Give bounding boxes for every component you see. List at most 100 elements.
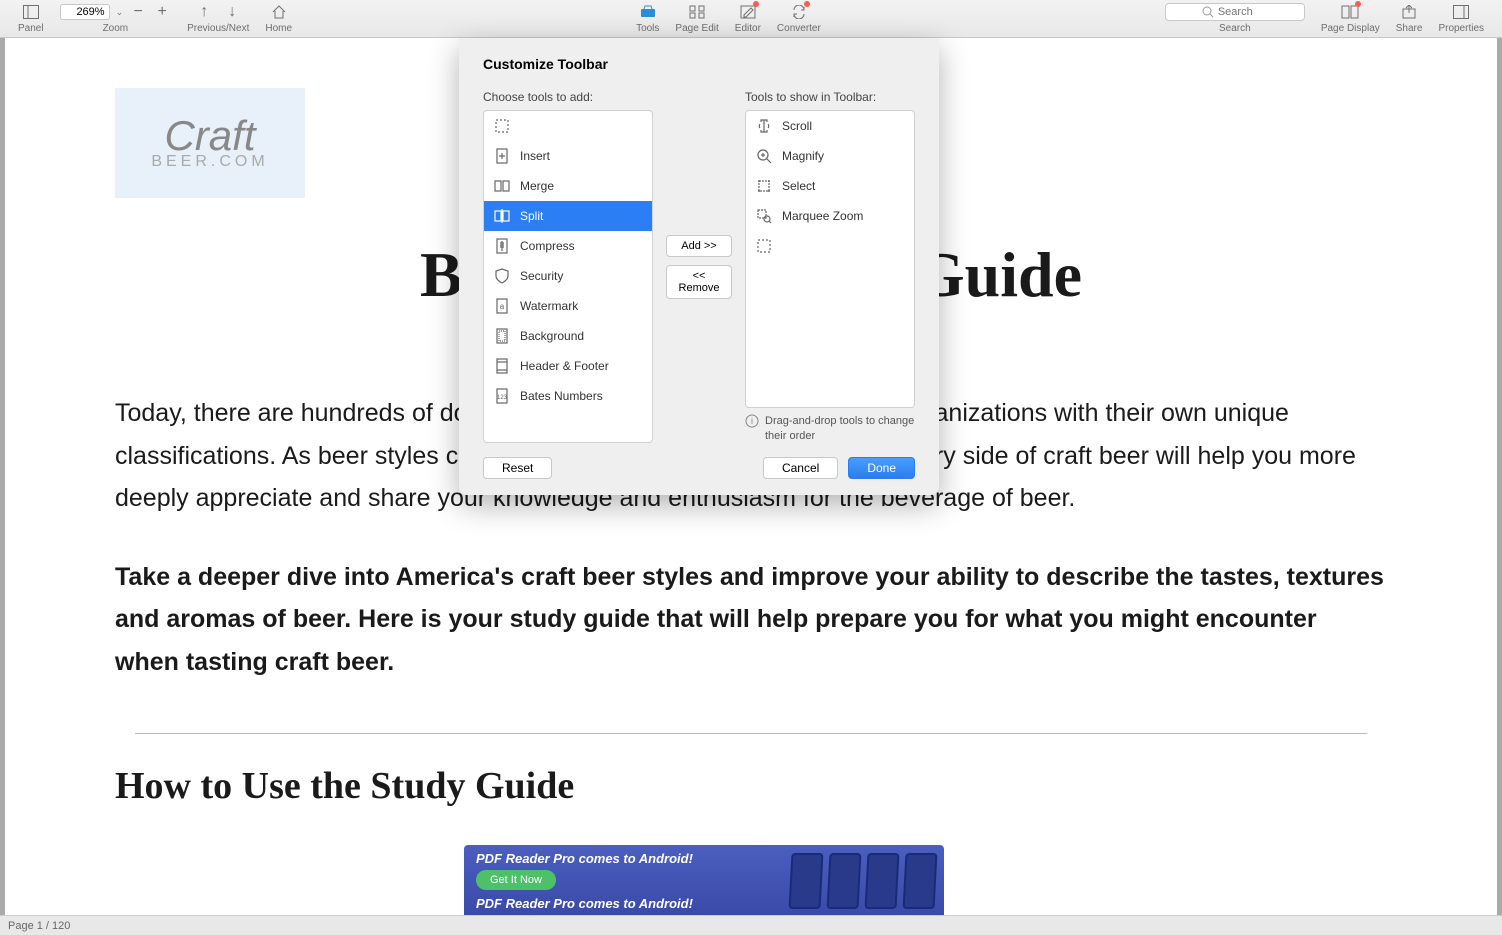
pageedit-group: Page Edit bbox=[667, 0, 726, 37]
hint-text: Drag-and-drop tools to change their orde… bbox=[765, 414, 915, 443]
reset-button[interactable]: Reset bbox=[483, 457, 552, 479]
available-item[interactable]: Header & Footer bbox=[484, 351, 652, 381]
available-item[interactable]: Merge bbox=[484, 171, 652, 201]
pagedisplay-icon[interactable] bbox=[1341, 3, 1359, 21]
next-icon[interactable]: ↓ bbox=[223, 3, 241, 21]
properties-icon[interactable] bbox=[1452, 3, 1470, 21]
home-label: Home bbox=[265, 23, 292, 34]
list-item-label: Scroll bbox=[782, 119, 812, 133]
svg-text:i: i bbox=[751, 416, 753, 426]
toolbar-item[interactable]: Select bbox=[746, 171, 914, 201]
panel-label: Panel bbox=[18, 23, 44, 34]
promo-banner[interactable]: PDF Reader Pro comes to Android! Get It … bbox=[464, 845, 944, 915]
panel-icon[interactable] bbox=[22, 3, 40, 21]
home-icon[interactable] bbox=[270, 3, 288, 21]
list-item-label: Compress bbox=[520, 239, 575, 253]
info-icon: i bbox=[745, 414, 759, 428]
done-button[interactable]: Done bbox=[848, 457, 915, 479]
craftbeer-logo: Craft BEER.COM bbox=[115, 88, 305, 198]
available-item[interactable]: Insert bbox=[484, 141, 652, 171]
intoolbar-label: Tools to show in Toolbar: bbox=[745, 90, 915, 104]
magnify-icon bbox=[756, 148, 772, 164]
editor-label: Editor bbox=[735, 23, 761, 34]
search-group: Search bbox=[1157, 0, 1313, 37]
zoom-dropdown-icon[interactable]: ⌄ bbox=[116, 7, 124, 18]
list-item-label: Split bbox=[520, 209, 543, 223]
share-label: Share bbox=[1396, 23, 1423, 34]
doc-subheading: How to Use the Study Guide bbox=[115, 764, 1387, 808]
zoom-label: Zoom bbox=[103, 23, 129, 34]
select-icon bbox=[756, 178, 772, 194]
tools-icon[interactable] bbox=[639, 3, 657, 21]
search-input[interactable] bbox=[1218, 6, 1268, 18]
list-item-label: Watermark bbox=[520, 299, 578, 313]
list-item-label: Header & Footer bbox=[520, 359, 609, 373]
toolbar-item[interactable]: Magnify bbox=[746, 141, 914, 171]
pagedisplay-group: Page Display bbox=[1313, 0, 1388, 37]
search-box[interactable] bbox=[1165, 3, 1305, 21]
toolbar-tools-list[interactable]: Scroll Magnify Select Marquee Zoom bbox=[745, 110, 915, 408]
available-item[interactable]: Compress bbox=[484, 231, 652, 261]
available-tools-list[interactable]: Insert Merge Split Compress Security a Waterma… bbox=[483, 110, 653, 443]
search-icon bbox=[1202, 6, 1214, 18]
properties-group: Properties bbox=[1430, 0, 1492, 37]
blank-icon bbox=[756, 238, 772, 254]
zoom-value[interactable]: 269% bbox=[60, 4, 110, 20]
svg-text:123: 123 bbox=[497, 395, 508, 401]
list-item-label: Magnify bbox=[782, 149, 824, 163]
available-label: Choose tools to add: bbox=[483, 90, 653, 104]
marquee-icon bbox=[756, 208, 772, 224]
list-item-label: Select bbox=[782, 179, 815, 193]
list-item-label: Background bbox=[520, 329, 584, 343]
scroll-icon bbox=[756, 118, 772, 134]
previous-icon[interactable]: ↑ bbox=[195, 3, 213, 21]
prevnext-label: Previous/Next bbox=[187, 23, 249, 34]
available-item[interactable]: a Watermark bbox=[484, 291, 652, 321]
customize-toolbar-dialog: Customize Toolbar Choose tools to add: I… bbox=[459, 38, 939, 495]
available-item[interactable]: Split bbox=[484, 201, 652, 231]
doc-divider bbox=[135, 733, 1367, 734]
doc-paragraph-2: Take a deeper dive into America's craft … bbox=[115, 556, 1387, 684]
security-icon bbox=[494, 268, 510, 284]
bates-icon: 123 bbox=[494, 388, 510, 404]
properties-label: Properties bbox=[1438, 23, 1484, 34]
header-footer-icon bbox=[494, 358, 510, 374]
remove-button[interactable]: << Remove bbox=[666, 265, 732, 299]
tools-group: Tools bbox=[628, 0, 667, 37]
main-toolbar: Panel 269% ⌄ − + Zoom ↑ ↓ Previous/Next … bbox=[0, 0, 1502, 38]
tools-label: Tools bbox=[636, 23, 659, 34]
watermark-icon: a bbox=[494, 298, 510, 314]
blank-icon bbox=[494, 118, 510, 134]
merge-icon bbox=[494, 178, 510, 194]
converter-icon[interactable] bbox=[790, 3, 808, 21]
zoom-in-icon[interactable]: + bbox=[153, 3, 171, 21]
zoom-group: 269% ⌄ − + Zoom bbox=[52, 0, 180, 37]
pagedisplay-label: Page Display bbox=[1321, 23, 1380, 34]
zoom-out-icon[interactable]: − bbox=[129, 3, 147, 21]
cancel-button[interactable]: Cancel bbox=[763, 457, 838, 479]
toolbar-item[interactable]: Marquee Zoom bbox=[746, 201, 914, 231]
list-item-label: Merge bbox=[520, 179, 554, 193]
compress-icon bbox=[494, 238, 510, 254]
pageedit-icon[interactable] bbox=[688, 3, 706, 21]
share-icon[interactable] bbox=[1400, 3, 1418, 21]
insert-icon bbox=[494, 148, 510, 164]
toolbar-item[interactable] bbox=[746, 231, 914, 261]
dialog-title: Customize Toolbar bbox=[483, 56, 915, 72]
editor-icon[interactable] bbox=[739, 3, 757, 21]
toolbar-item[interactable]: Scroll bbox=[746, 111, 914, 141]
available-item[interactable]: 123 Bates Numbers bbox=[484, 381, 652, 411]
share-group: Share bbox=[1388, 0, 1431, 37]
list-item-label: Insert bbox=[520, 149, 550, 163]
list-item-label: Bates Numbers bbox=[520, 389, 603, 403]
list-item-label: Marquee Zoom bbox=[782, 209, 863, 223]
available-item[interactable] bbox=[484, 111, 652, 141]
converter-group: Converter bbox=[769, 0, 829, 37]
banner-cta-button[interactable]: Get It Now bbox=[476, 870, 556, 890]
background-icon bbox=[494, 328, 510, 344]
add-button[interactable]: Add >> bbox=[666, 235, 732, 257]
available-item[interactable]: Background bbox=[484, 321, 652, 351]
prevnext-group: ↑ ↓ Previous/Next bbox=[179, 0, 257, 37]
available-item[interactable]: Security bbox=[484, 261, 652, 291]
pageedit-label: Page Edit bbox=[675, 23, 718, 34]
